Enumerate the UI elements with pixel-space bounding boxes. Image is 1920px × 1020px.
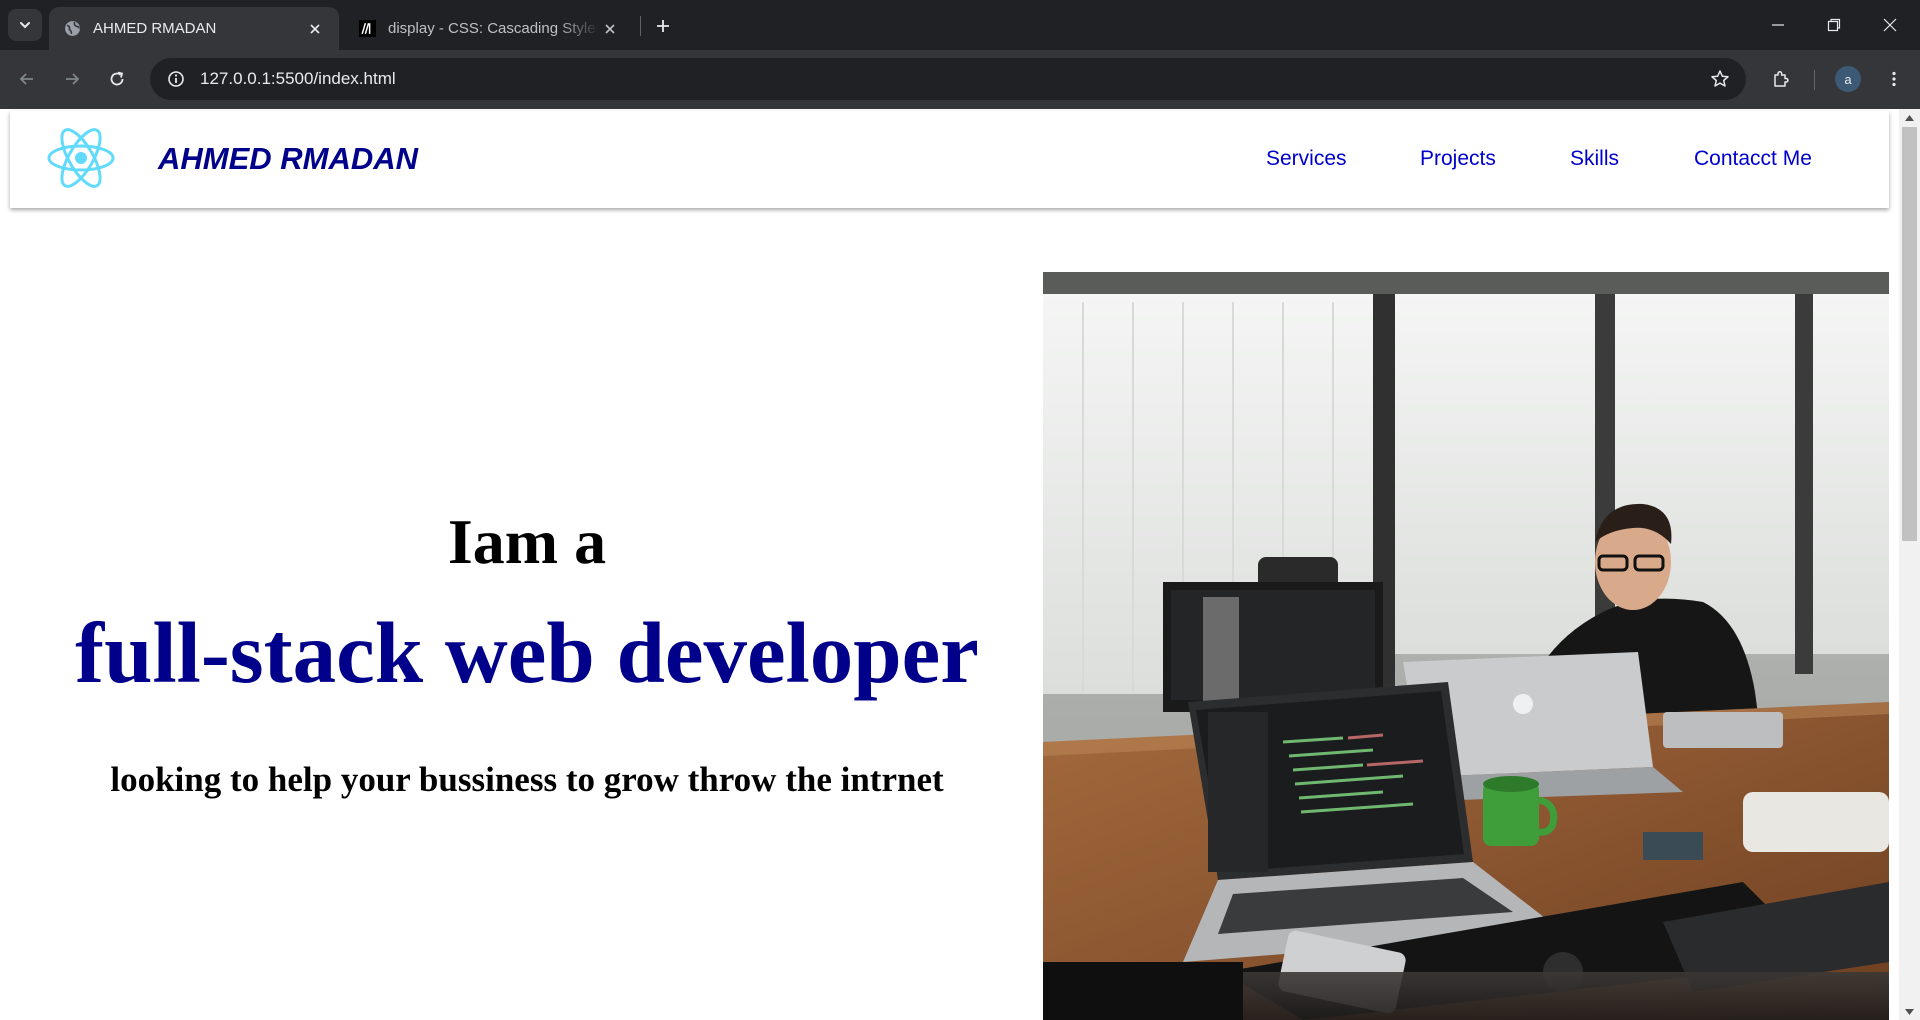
close-icon <box>1883 18 1897 32</box>
brand-name: AHMED RMADAN <box>158 141 419 176</box>
browser-tab-active[interactable]: AHMED RMADAN <box>49 7 339 50</box>
scrollbar-thumb[interactable] <box>1902 127 1917 541</box>
page-viewport: AHMED RMADAN Services Projects Skills Co… <box>0 109 1899 1020</box>
forward-button[interactable] <box>56 63 88 95</box>
plus-icon <box>657 20 669 32</box>
nav-link-contact[interactable]: Contacct Me <box>1694 147 1812 171</box>
close-tab-icon[interactable] <box>305 19 325 39</box>
close-window-button[interactable] <box>1862 0 1918 50</box>
profile-avatar[interactable]: a <box>1835 66 1861 92</box>
browser-tab-strip: AHMED RMADAN display - CSS: Cascading St… <box>0 0 1920 50</box>
extensions-button[interactable] <box>1765 63 1797 95</box>
tab-title: AHMED RMADAN <box>93 20 217 37</box>
hero-intro: Iam a <box>447 506 607 577</box>
nav-link-skills[interactable]: Skills <box>1570 147 1619 171</box>
address-bar[interactable]: 127.0.0.1:5500/index.html <box>150 58 1746 100</box>
back-button[interactable] <box>11 63 43 95</box>
browser-menu-button[interactable] <box>1878 63 1910 95</box>
chevron-down-icon <box>20 22 30 29</box>
kebab-menu-icon <box>1892 71 1896 87</box>
toolbar-separator <box>1814 70 1815 90</box>
minimize-button[interactable] <box>1750 0 1806 50</box>
browser-tab-inactive[interactable]: display - CSS: Cascading Style Sheets | … <box>344 7 634 50</box>
nav-link-services[interactable]: Services <box>1266 147 1347 171</box>
back-arrow-icon <box>19 73 33 85</box>
bookmark-star-icon[interactable] <box>1708 67 1732 91</box>
triangle-up-icon <box>1905 114 1914 121</box>
scroll-up-button[interactable] <box>1899 109 1920 126</box>
nav-link-projects[interactable]: Projects <box>1420 147 1496 171</box>
tab-title: display - CSS: Cascading Style Sheets | … <box>388 20 600 37</box>
puzzle-icon <box>1774 70 1789 87</box>
mdn-icon <box>358 20 376 38</box>
reload-icon <box>110 71 124 86</box>
tab-search-button[interactable] <box>8 9 42 41</box>
hero-photo <box>1043 272 1889 1020</box>
url-text: 127.0.0.1:5500/index.html <box>200 69 396 88</box>
close-tab-icon[interactable] <box>600 19 620 39</box>
forward-arrow-icon <box>66 73 80 85</box>
scroll-down-button[interactable] <box>1899 1003 1920 1020</box>
site-info-icon[interactable] <box>156 59 196 99</box>
browser-toolbar: 127.0.0.1:5500/index.html a <box>0 50 1920 109</box>
hero-title: full-stack web developer <box>75 604 979 701</box>
restore-button[interactable] <box>1806 0 1862 50</box>
reload-button[interactable] <box>101 63 133 95</box>
page-scrollbar[interactable] <box>1899 109 1920 1020</box>
hero-tagline: looking to help your bussiness to grow t… <box>110 760 944 799</box>
tab-separator <box>640 16 641 36</box>
react-atom-icon[interactable] <box>46 125 116 191</box>
new-tab-button[interactable] <box>650 13 676 39</box>
triangle-down-icon <box>1905 1008 1914 1015</box>
globe-icon <box>63 20 81 38</box>
minimize-icon <box>1772 24 1784 26</box>
restore-icon <box>1827 18 1841 32</box>
site-header: AHMED RMADAN Services Projects Skills Co… <box>10 111 1889 208</box>
